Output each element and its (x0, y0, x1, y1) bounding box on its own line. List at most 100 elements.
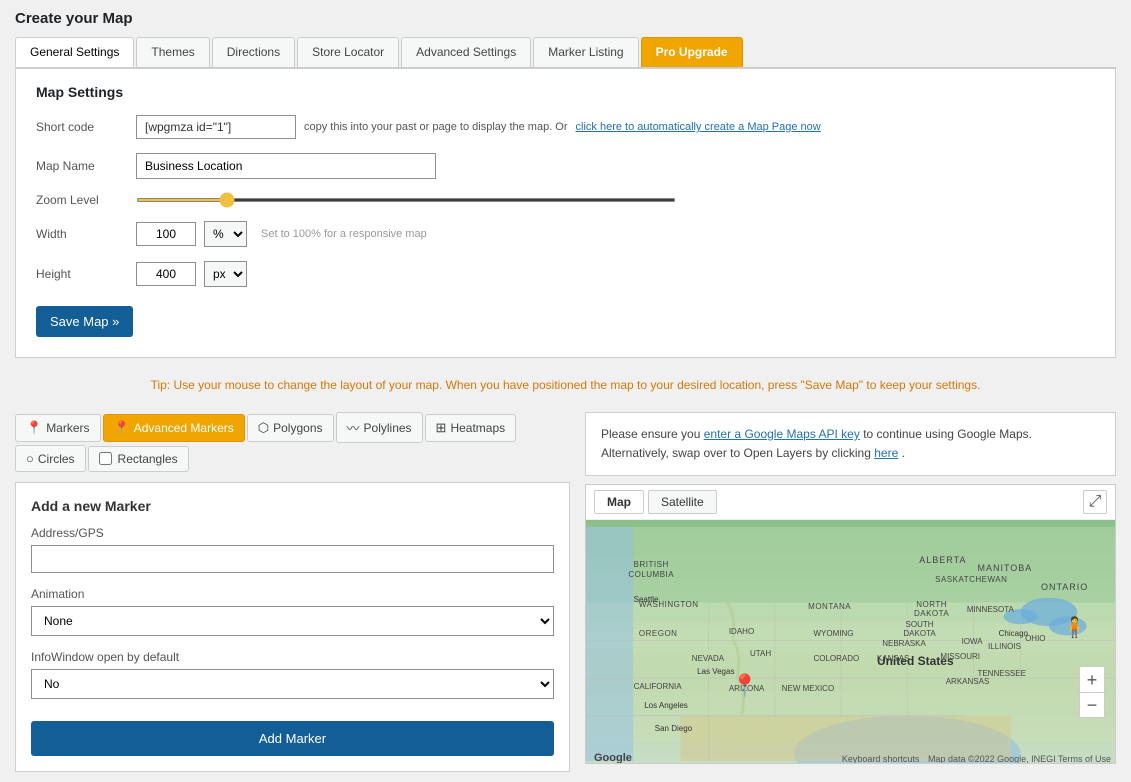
infowindow-field: InfoWindow open by default No Yes (31, 650, 554, 699)
shortcode-row: Short code [wpgmza id="1"] copy this int… (36, 115, 1095, 139)
map-label-saskatchewan: SASKATCHEWAN (935, 575, 1007, 584)
address-label: Address/GPS (31, 526, 554, 540)
settings-panel: Map Settings Short code [wpgmza id="1"] … (15, 68, 1116, 358)
marker-tabs: 📍 Markers 📍 Advanced Markers ⬡ Polygons … (15, 412, 570, 472)
map-label-idaho: IDAHO (729, 627, 754, 636)
map-label-kansas: KANSAS (877, 654, 909, 663)
height-unit-select[interactable]: px % (204, 261, 247, 287)
map-label-minnesota: MINNESOTA (967, 605, 1014, 614)
marker-tab-label: Markers (46, 421, 89, 435)
tab-pro-upgrade[interactable]: Pro Upgrade (641, 37, 743, 67)
address-input[interactable] (31, 545, 554, 573)
map-label-chicago: Chicago (999, 629, 1028, 638)
polygons-tab-label: Polygons (273, 421, 322, 435)
keyboard-shortcuts-link[interactable]: Keyboard shortcuts (842, 754, 920, 764)
map-expand-button[interactable]: ⤢ (1083, 490, 1107, 514)
width-hint: Set to 100% for a responsive map (261, 228, 427, 240)
map-footer: Keyboard shortcuts Map data ©2022 Google… (842, 754, 1111, 764)
animation-field: Animation None Bounce Drop (31, 587, 554, 636)
animation-select[interactable]: None Bounce Drop (31, 606, 554, 636)
map-label-wyoming: WYOMING (813, 629, 853, 638)
map-view-tabs-row: Map Satellite ⤢ (586, 485, 1115, 520)
mapname-label: Map Name (36, 159, 136, 173)
zoom-out-button[interactable]: − (1079, 692, 1105, 718)
marker-tab-heatmaps[interactable]: ⊞ Heatmaps (425, 414, 517, 442)
width-content: % px Set to 100% for a responsive map (136, 221, 1095, 247)
tab-store-locator[interactable]: Store Locator (297, 37, 399, 67)
map-label-iowa: IOWA (962, 637, 983, 646)
add-marker-panel: Add a new Marker Address/GPS Animation N… (15, 482, 570, 772)
map-label-nebraska: NEBRASKA (882, 639, 926, 648)
right-panel: Please ensure you enter a Google Maps AP… (585, 412, 1116, 772)
zoom-content (136, 198, 676, 202)
heatmap-icon: ⊞ (436, 420, 447, 436)
shortcode-hint: copy this into your past or page to disp… (304, 121, 568, 133)
tab-advanced-settings[interactable]: Advanced Settings (401, 37, 531, 67)
api-key-alert: Please ensure you enter a Google Maps AP… (585, 412, 1116, 476)
tab-themes[interactable]: Themes (136, 37, 209, 67)
mapname-row: Map Name (36, 153, 1095, 179)
map-label-nevada: NEVADA (692, 654, 724, 663)
heatmaps-tab-label: Heatmaps (450, 421, 505, 435)
width-unit-select[interactable]: % px (204, 221, 247, 247)
map-label-montana: MONTANA (808, 602, 851, 611)
zoom-in-button[interactable]: + (1079, 666, 1105, 692)
shortcode-create-link[interactable]: click here to automatically create a Map… (576, 121, 821, 133)
map-visual[interactable]: ALBERTA MANITOBA ONTARIO BRITISHCOLUMBIA… (586, 520, 1115, 764)
map-label-ontario: ONTARIO (1041, 582, 1088, 592)
marker-tab-markers[interactable]: 📍 Markers (15, 414, 101, 442)
polylines-tab-label: Polylines (364, 421, 412, 435)
map-label-alberta: ALBERTA (919, 555, 966, 565)
map-label-oregon: OREGON (639, 629, 678, 638)
circle-icon: ○ (26, 451, 34, 466)
marker-tab-polylines[interactable]: 〰 Polylines (336, 412, 423, 443)
map-pin: 📍 (731, 673, 758, 699)
marker-icon: 📍 (26, 420, 42, 436)
mapname-input[interactable] (136, 153, 436, 179)
polygon-icon: ⬡ (258, 420, 269, 436)
tab-directions[interactable]: Directions (212, 37, 295, 67)
tab-general-settings[interactable]: General Settings (15, 37, 134, 67)
advanced-marker-tab-label: Advanced Markers (134, 421, 234, 435)
polyline-icon: 〰 (347, 418, 360, 437)
zoom-slider[interactable] (136, 198, 676, 202)
save-map-button[interactable]: Save Map » (36, 306, 133, 337)
advanced-marker-icon: 📍 (114, 420, 130, 436)
circles-tab-label: Circles (38, 452, 75, 466)
animation-label: Animation (31, 587, 554, 601)
google-logo: Google (594, 752, 632, 764)
tabs-bar: General Settings Themes Directions Store… (15, 37, 1116, 68)
lower-section: 📍 Markers 📍 Advanced Markers ⬡ Polygons … (15, 412, 1116, 772)
map-label-san-diego: San Diego (655, 724, 692, 733)
tab-marker-listing[interactable]: Marker Listing (533, 37, 638, 67)
add-marker-title: Add a new Marker (31, 498, 554, 514)
map-container: Map Satellite ⤢ (585, 484, 1116, 764)
height-row: Height px % (36, 261, 1095, 287)
height-input[interactable] (136, 262, 196, 286)
rectangles-checkbox[interactable] (99, 452, 112, 465)
shortcode-value[interactable]: [wpgmza id="1"] (136, 115, 296, 139)
add-marker-button[interactable]: Add Marker (31, 721, 554, 756)
api-key-link[interactable]: enter a Google Maps API key (704, 427, 860, 441)
map-tab-map[interactable]: Map (594, 490, 644, 514)
marker-tab-polygons[interactable]: ⬡ Polygons (247, 414, 334, 442)
map-settings-title: Map Settings (36, 84, 1095, 100)
marker-tab-circles[interactable]: ○ Circles (15, 445, 86, 472)
marker-tab-advanced[interactable]: 📍 Advanced Markers (103, 414, 245, 442)
map-label-bc: BRITISHCOLUMBIA (628, 560, 674, 579)
width-input[interactable] (136, 222, 196, 246)
infowindow-select[interactable]: No Yes (31, 669, 554, 699)
marker-tab-rectangles[interactable]: Rectangles (88, 446, 189, 472)
street-view-person[interactable]: 🧍 (1062, 615, 1087, 640)
zoom-row: Zoom Level (36, 193, 1095, 207)
rectangles-tab-label: Rectangles (118, 452, 178, 466)
width-row: Width % px Set to 100% for a responsive … (36, 221, 1095, 247)
map-label-ohio: OHIO (1025, 634, 1045, 643)
map-label-new-mexico: NEW MEXICO (782, 684, 834, 693)
open-layers-link[interactable]: here (874, 446, 898, 460)
map-label-seattle: Seattle (634, 595, 659, 604)
map-label-colorado: COLORADO (813, 654, 859, 663)
left-panel: 📍 Markers 📍 Advanced Markers ⬡ Polygons … (15, 412, 570, 772)
map-tab-satellite[interactable]: Satellite (648, 490, 717, 514)
infowindow-label: InfoWindow open by default (31, 650, 554, 664)
